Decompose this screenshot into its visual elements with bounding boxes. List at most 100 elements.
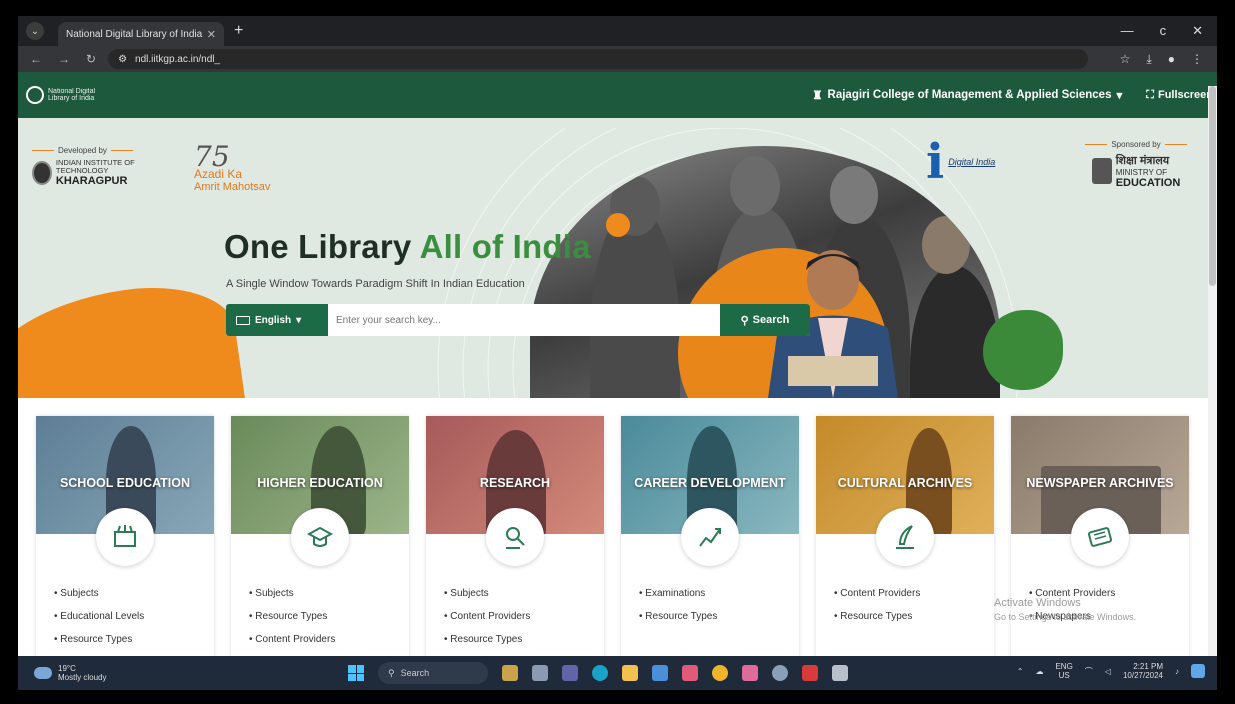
file-explorer-icon[interactable] [622, 665, 638, 681]
network-icon[interactable]: ☁ [1035, 667, 1043, 676]
graduation-icon [291, 508, 349, 566]
research-icon [486, 508, 544, 566]
forward-icon[interactable]: → [58, 52, 70, 66]
card-career-development[interactable]: CAREER DEVELOPMENT Examinations Resource… [621, 416, 799, 660]
watermark-line1: Activate Windows [994, 597, 1081, 609]
orange-wave-decoration [18, 275, 246, 398]
reload-icon[interactable]: ↻ [86, 52, 96, 66]
menu-kebab-icon[interactable]: ⋮ [1191, 52, 1203, 67]
search-icon: ⚲ [740, 314, 749, 327]
browser-tab[interactable]: National Digital Library of India ✕ [58, 22, 224, 46]
card-higher-education[interactable]: HIGHER EDUCATION Subjects Resource Types… [231, 416, 409, 660]
wifi-icon[interactable]: ⌒ [1085, 666, 1093, 677]
taskbar-search[interactable]: ⚲ Search [378, 662, 488, 684]
card-title: HIGHER EDUCATION [257, 476, 383, 490]
fullscreen-icon: ⛶ [1146, 88, 1154, 101]
chevron-down-icon: ▾ [296, 314, 302, 326]
windows-taskbar: 19°C Mostly cloudy ⚲ Search ⌃ ☁ ENG US ⌒… [18, 656, 1217, 690]
tab-close-icon[interactable]: ✕ [207, 28, 216, 41]
card-cultural-archives[interactable]: CULTURAL ARCHIVES Content Providers Reso… [816, 416, 994, 660]
chevron-up-icon[interactable]: ⌃ [1017, 667, 1024, 676]
card-link[interactable]: Subjects [249, 588, 335, 599]
screen-frame: ⌄ National Digital Library of India ✕ + … [0, 0, 1235, 704]
fullscreen-button[interactable]: ⛶ Fullscreen [1146, 89, 1217, 102]
tab-search-icon[interactable]: ⌄ [26, 22, 44, 40]
url-field[interactable]: ⚙ ndl.iitkgp.ac.in/ndl_ [108, 49, 1089, 69]
iit-seal-icon [32, 161, 52, 185]
minimize-button[interactable]: — [1121, 23, 1134, 39]
settings-icon[interactable] [772, 665, 788, 681]
hero-banner: Developed by INDIAN INSTITUTE OF TECHNOL… [18, 118, 1208, 398]
institution-dropdown[interactable]: ♜ Rajagiri College of Management & Appli… [812, 88, 1122, 102]
card-link[interactable]: Resource Types [834, 611, 920, 622]
school-icon [96, 508, 154, 566]
app-icon[interactable] [742, 665, 758, 681]
sponsored-by-label: Sponsored by [1111, 140, 1161, 149]
site-info-icon[interactable]: ⚙ [118, 54, 127, 65]
card-link[interactable]: Subjects [444, 588, 530, 599]
app-icon[interactable] [802, 665, 818, 681]
card-link[interactable]: Resource Types [639, 611, 717, 622]
app-icon[interactable] [682, 665, 698, 681]
profile-icon[interactable]: ● [1168, 52, 1175, 67]
page-scrollbar[interactable] [1208, 86, 1217, 660]
card-link[interactable]: Content Providers [444, 611, 530, 622]
teams-icon[interactable] [562, 665, 578, 681]
search-button[interactable]: ⚲ Search [720, 304, 810, 336]
new-tab-button[interactable]: + [234, 22, 243, 40]
restore-button[interactable]: c [1160, 23, 1167, 39]
card-link[interactable]: Resource Types [444, 634, 530, 645]
card-research[interactable]: RESEARCH Subjects Content Providers Reso… [426, 416, 604, 660]
language-dropdown[interactable]: English ▾ [226, 304, 328, 336]
download-icon[interactable]: ⤓ [1146, 52, 1151, 67]
store-icon[interactable] [652, 665, 668, 681]
search-icon: ⚲ [388, 667, 395, 678]
scrollbar-thumb[interactable] [1209, 86, 1216, 286]
institution-icon: ♜ [812, 90, 823, 102]
ndl-logo[interactable]: National Digital Library of India [26, 86, 98, 104]
copilot-icon[interactable] [1191, 664, 1205, 678]
taskbar-apps: ⚲ Search [348, 662, 848, 684]
ministry-line: MINISTRY OF [1115, 168, 1167, 177]
language-indicator[interactable]: ENG US [1055, 662, 1072, 680]
clock-date: 10/27/2024 [1122, 671, 1163, 680]
hero-subtitle: A Single Window Towards Paradigm Shift I… [226, 278, 525, 290]
close-window-button[interactable]: ✕ [1192, 23, 1203, 39]
iit-kharagpur-logo[interactable]: INDIAN INSTITUTE OF TECHNOLOGY KHARAGPUR [32, 159, 162, 187]
chrome-icon[interactable] [712, 665, 728, 681]
clock[interactable]: 2:21 PM 10/27/2024 [1123, 662, 1163, 680]
weather-widget[interactable]: 19°C Mostly cloudy [34, 664, 106, 682]
start-icon[interactable] [348, 665, 364, 681]
url-text: ndl.iitkgp.ac.in/ndl_ [135, 53, 221, 65]
back-icon[interactable]: ← [30, 52, 42, 66]
card-link[interactable]: Examinations [639, 588, 717, 599]
system-tray: ⌃ ☁ ENG US ⌒ ◁ 2:21 PM 10/27/2024 ♪ [1017, 662, 1205, 680]
card-school-education[interactable]: SCHOOL EDUCATION Subjects Educational Le… [36, 416, 214, 660]
widgets-icon[interactable] [502, 665, 518, 681]
region-code: US [1058, 671, 1070, 680]
browser-window: ⌄ National Digital Library of India ✕ + … [18, 16, 1217, 690]
tab-bar: ⌄ National Digital Library of India ✕ + … [18, 16, 1217, 46]
language-label: English [255, 314, 292, 326]
card-link[interactable]: Educational Levels [54, 611, 144, 622]
app-icon[interactable] [832, 665, 848, 681]
card-link[interactable]: Subjects [54, 588, 144, 599]
search-button-label: Search [752, 314, 790, 326]
window-controls: — c ✕ [1121, 23, 1217, 39]
green-blob-decoration [983, 310, 1063, 390]
address-bar: ← → ↻ ⚙ ndl.iitkgp.ac.in/ndl_ ☆ ⤓ ● ⋮ [18, 46, 1217, 72]
card-link[interactable]: Content Providers [834, 588, 920, 599]
edge-icon[interactable] [592, 665, 608, 681]
search-bar: English ▾ ⚲ Search [226, 304, 810, 336]
bookmark-star-icon[interactable]: ☆ [1120, 52, 1131, 67]
search-input[interactable] [328, 304, 720, 336]
azadi-ka-amrit-mahotsav-logo: 75 Azadi Ka Amrit Mahotsav [194, 140, 284, 198]
notification-bell-icon[interactable]: ♪ [1175, 667, 1179, 676]
developed-by-label: Developed by [58, 146, 107, 155]
card-title: NEWSPAPER ARCHIVES [1026, 476, 1174, 490]
task-view-icon[interactable] [532, 665, 548, 681]
volume-icon[interactable]: ◁ [1105, 667, 1111, 676]
card-link[interactable]: Content Providers [249, 634, 335, 645]
card-link[interactable]: Resource Types [54, 634, 144, 645]
card-link[interactable]: Resource Types [249, 611, 335, 622]
